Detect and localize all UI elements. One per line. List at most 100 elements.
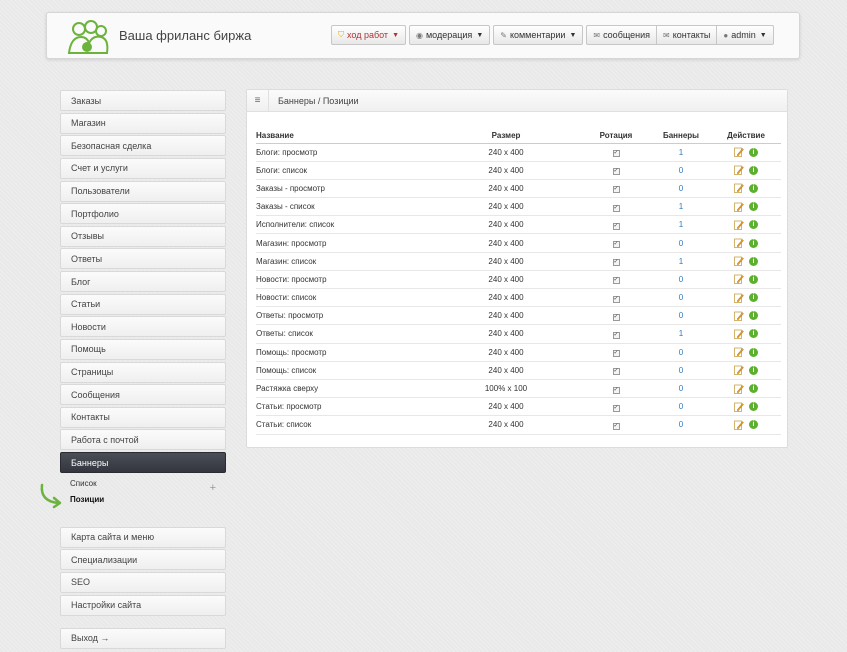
nav-messages-button[interactable]: ✉ сообщения xyxy=(586,25,657,45)
rotation-checkbox[interactable]: ✓ xyxy=(612,150,620,158)
banners-count-link[interactable]: 1 xyxy=(679,220,683,229)
info-icon[interactable]: i xyxy=(749,220,758,230)
rotation-checkbox[interactable]: ✓ xyxy=(612,168,620,176)
sidebar-item-seo[interactable]: SEO xyxy=(60,571,226,593)
rotation-checkbox[interactable]: ✓ xyxy=(612,386,620,394)
banners-count-link[interactable]: 1 xyxy=(679,202,683,211)
sidebar-item-contacts[interactable]: Контакты xyxy=(60,406,226,428)
logout-button[interactable]: Выход → xyxy=(60,627,226,649)
sidebar-item-reviews[interactable]: Отзывы xyxy=(60,225,226,247)
info-icon[interactable]: i xyxy=(749,402,758,412)
edit-icon[interactable] xyxy=(734,147,744,157)
sidebar-item-pages[interactable]: Страницы xyxy=(60,361,226,383)
sidebar-item-billing[interactable]: Счет и услуги xyxy=(60,157,226,179)
rotation-checkbox[interactable]: ✓ xyxy=(612,259,620,267)
rotation-checkbox[interactable]: ✓ xyxy=(612,241,620,249)
rotation-checkbox[interactable]: ✓ xyxy=(612,186,620,194)
edit-icon[interactable] xyxy=(734,402,744,412)
rotation-checkbox[interactable]: ✓ xyxy=(612,331,620,339)
info-icon[interactable]: i xyxy=(749,329,758,339)
edit-icon[interactable] xyxy=(734,256,744,267)
sidebar-item-users[interactable]: Пользователи xyxy=(60,180,226,202)
banners-count-link[interactable]: 0 xyxy=(679,384,683,393)
column-header-banners: Баннеры xyxy=(651,129,711,144)
sidebar-item-answers[interactable]: Ответы xyxy=(60,248,226,270)
sidebar-item-help[interactable]: Помощь xyxy=(60,338,226,360)
menu-icon[interactable]: ≡ xyxy=(247,89,269,112)
logo-icon[interactable] xyxy=(63,19,111,55)
banners-count-link[interactable]: 0 xyxy=(679,293,683,302)
info-icon[interactable]: i xyxy=(749,183,758,193)
sidebar-item-messages[interactable]: Сообщения xyxy=(60,384,226,406)
rotation-checkbox[interactable]: ✓ xyxy=(612,277,620,285)
nav-comments-button[interactable]: ✎ комментарии ▼ xyxy=(493,25,584,45)
nav-contacts-button[interactable]: ✉ контакты xyxy=(656,25,717,45)
sidebar-item-sitemap[interactable]: Карта сайта и меню xyxy=(60,526,226,548)
info-icon[interactable]: i xyxy=(749,365,758,375)
site-brand[interactable]: Ваша фриланс биржа xyxy=(119,28,251,43)
sidebar-item-orders[interactable]: Заказы xyxy=(60,90,226,111)
info-icon[interactable]: i xyxy=(749,147,758,157)
sidebar-item-articles[interactable]: Статьи xyxy=(60,293,226,315)
sidebar-item-blog[interactable]: Блог xyxy=(60,271,226,292)
sidebar-item-portfolio[interactable]: Портфолио xyxy=(60,203,226,225)
edit-icon[interactable] xyxy=(734,420,744,430)
banners-count-link[interactable]: 1 xyxy=(679,148,683,157)
banners-count-link[interactable]: 0 xyxy=(679,275,683,284)
edit-icon[interactable] xyxy=(734,293,744,303)
nav-moderation-button[interactable]: ◉ модерация ▼ xyxy=(409,25,491,45)
info-icon[interactable]: i xyxy=(749,238,758,248)
info-icon[interactable]: i xyxy=(749,347,758,357)
banners-count-link[interactable]: 0 xyxy=(679,311,683,320)
edit-icon[interactable] xyxy=(734,202,744,212)
edit-icon[interactable] xyxy=(734,220,744,230)
sidebar-item-news[interactable]: Новости xyxy=(60,316,226,338)
rotation-checkbox[interactable]: ✓ xyxy=(612,222,620,230)
edit-icon[interactable] xyxy=(734,365,744,376)
info-icon[interactable]: i xyxy=(749,384,758,394)
plus-icon[interactable]: + xyxy=(210,482,216,494)
rotation-checkbox[interactable]: ✓ xyxy=(612,368,620,376)
edit-icon[interactable] xyxy=(734,238,744,248)
rotation-checkbox[interactable]: ✓ xyxy=(612,404,620,412)
banners-count-link[interactable]: 1 xyxy=(679,329,683,338)
info-icon[interactable]: i xyxy=(749,274,758,284)
nav-admin-button[interactable]: ● admin ▼ xyxy=(716,25,774,45)
sidebar-item-safe-deal[interactable]: Безопасная сделка xyxy=(60,135,226,157)
banners-count-link[interactable]: 0 xyxy=(679,239,683,248)
nav-progress-button[interactable]: ⛉ ход работ ▼ xyxy=(331,25,406,45)
action-cell: i xyxy=(711,288,781,308)
info-icon[interactable]: i xyxy=(749,165,758,175)
banners-count-link[interactable]: 0 xyxy=(679,366,683,375)
rotation-checkbox[interactable]: ✓ xyxy=(612,295,620,303)
info-icon[interactable]: i xyxy=(749,311,758,321)
edit-icon[interactable] xyxy=(734,329,744,339)
info-icon[interactable]: i xyxy=(749,256,758,266)
banners-count-link[interactable]: 0 xyxy=(679,166,683,175)
rotation-checkbox[interactable]: ✓ xyxy=(612,350,620,358)
edit-icon[interactable] xyxy=(734,311,744,321)
edit-icon[interactable] xyxy=(734,347,744,358)
sidebar-item-specializations[interactable]: Специализации xyxy=(60,549,226,571)
info-icon[interactable]: i xyxy=(749,293,758,303)
rotation-checkbox[interactable]: ✓ xyxy=(612,313,620,321)
info-icon[interactable]: i xyxy=(749,420,758,430)
subnav-positions-link[interactable]: Позиции xyxy=(70,495,104,504)
banners-count-link[interactable]: 0 xyxy=(679,420,683,429)
banners-count-link[interactable]: 0 xyxy=(679,348,683,357)
edit-icon[interactable] xyxy=(734,183,744,194)
sidebar-item-banners[interactable]: Баннеры xyxy=(60,452,226,473)
info-icon[interactable]: i xyxy=(749,202,758,212)
subnav-list-link[interactable]: Список xyxy=(70,479,97,488)
rotation-checkbox[interactable]: ✓ xyxy=(612,204,620,212)
edit-icon[interactable] xyxy=(734,384,744,394)
edit-icon[interactable] xyxy=(734,274,744,285)
banners-count-link[interactable]: 0 xyxy=(679,402,683,411)
banners-count-link[interactable]: 1 xyxy=(679,257,683,266)
sidebar-item-shop[interactable]: Магазин xyxy=(60,112,226,134)
sidebar-item-mail[interactable]: Работа с почтой xyxy=(60,429,226,451)
edit-icon[interactable] xyxy=(734,165,744,176)
rotation-checkbox[interactable]: ✓ xyxy=(612,422,620,430)
banners-count-link[interactable]: 0 xyxy=(679,184,683,193)
sidebar-item-settings[interactable]: Настройки сайта xyxy=(60,594,226,616)
